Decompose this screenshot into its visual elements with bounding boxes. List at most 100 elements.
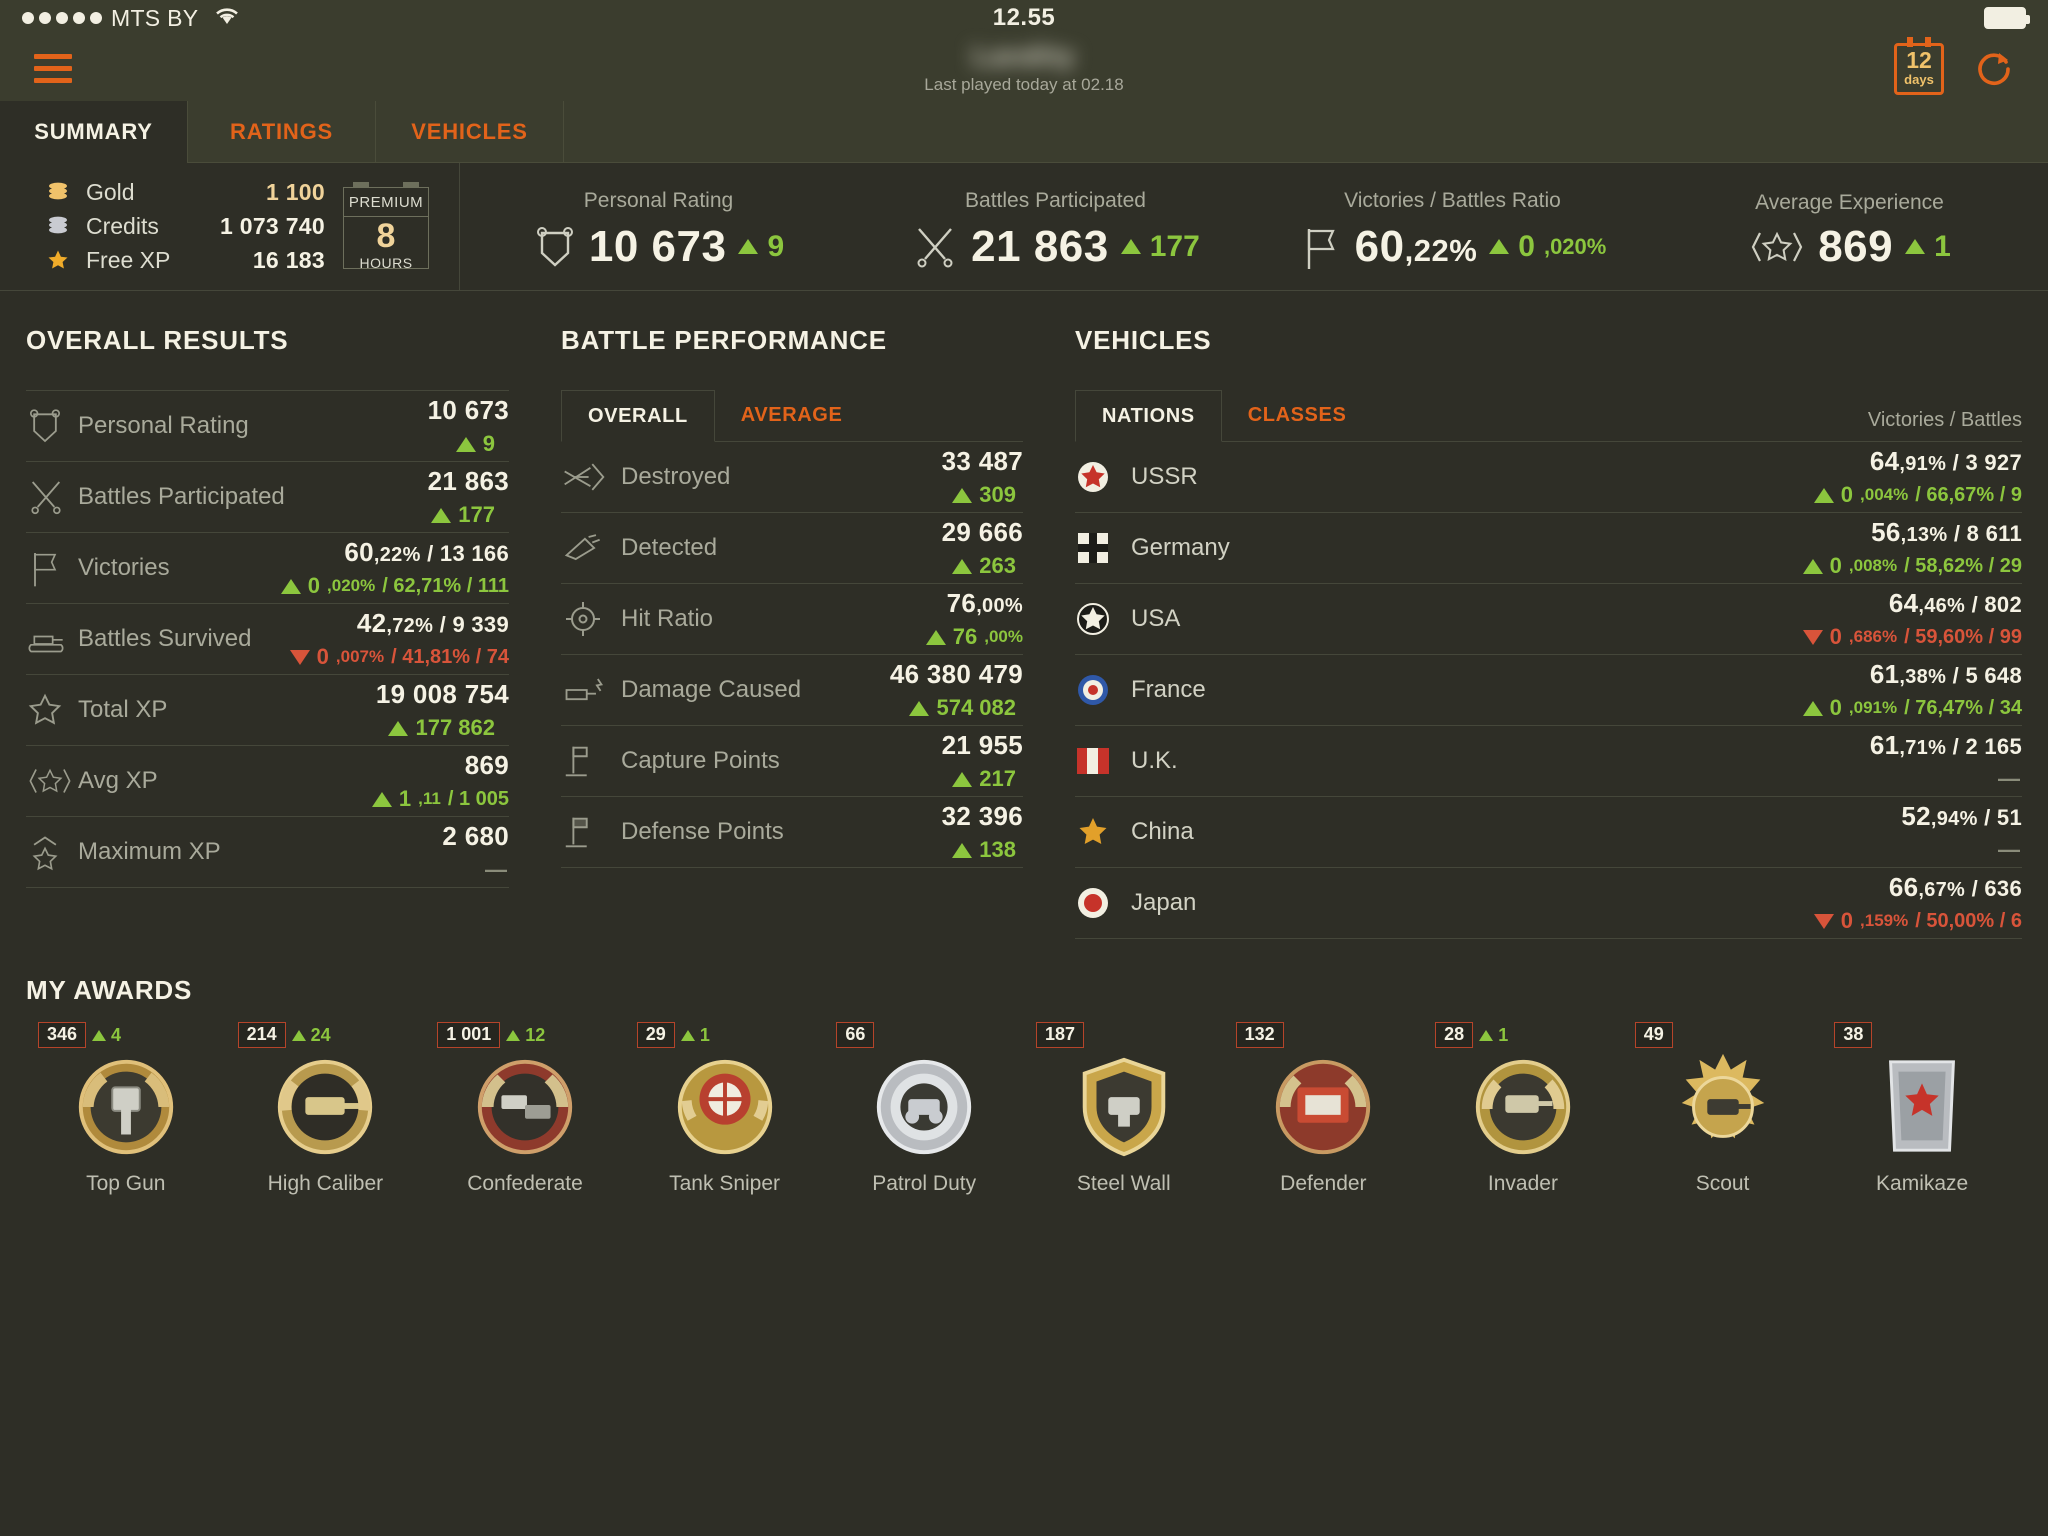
- refresh-icon[interactable]: [1972, 46, 2018, 92]
- table-row[interactable]: Avg XP 869 1,11 / 1 005: [26, 745, 509, 816]
- table-row[interactable]: Germany 56,13% / 8 611 0,008% / 58,62% /…: [1075, 513, 2022, 584]
- award-item[interactable]: 28 1 Invader: [1423, 1022, 1623, 1196]
- row-values: 42,72% / 9 339 0,007% / 41,81% / 74: [289, 608, 509, 670]
- flag-icon: [26, 548, 78, 588]
- triangle-up-icon: [1802, 700, 1823, 716]
- row-main-value: 76,00%: [946, 588, 1023, 618]
- tab-summary[interactable]: SUMMARY: [0, 101, 188, 164]
- table-row[interactable]: Personal Rating 10 673 9: [26, 390, 509, 461]
- award-item[interactable]: 187 Steel Wall: [1024, 1022, 1224, 1196]
- battle-performance-title: BATTLE PERFORMANCE: [561, 325, 887, 355]
- award-increase: 4: [92, 1025, 121, 1046]
- row-values: 21 955 217: [942, 730, 1023, 792]
- row-label: Total XP: [78, 696, 168, 723]
- row-delta: 263: [942, 553, 1023, 579]
- tab-average[interactable]: AVERAGE: [715, 389, 869, 441]
- award-item[interactable]: 66 Patrol Duty: [824, 1022, 1024, 1196]
- award-item[interactable]: 214 24 High Caliber: [226, 1022, 426, 1196]
- star-icon: [44, 248, 72, 272]
- row-label: Destroyed: [621, 463, 731, 490]
- award-count: 187: [1035, 1022, 1085, 1048]
- table-row[interactable]: China 52,94% / 51 —: [1075, 797, 2022, 868]
- kpi-battles-participated: Battles Participated 21 863 177: [857, 163, 1254, 290]
- award-item[interactable]: 49 Scout: [1623, 1022, 1823, 1196]
- table-row[interactable]: Maximum XP 2 680 —: [26, 816, 509, 888]
- calendar-icon[interactable]: 12 days: [1894, 36, 1944, 95]
- table-row[interactable]: Defense Points 32 396 138: [561, 797, 1023, 868]
- row-delta: 0,686% / 59,60% / 99: [1802, 624, 2022, 650]
- award-item[interactable]: 346 4 Top Gun: [26, 1022, 226, 1196]
- currency-name: Credits: [86, 212, 159, 239]
- row-values: 32 396 138: [942, 801, 1023, 863]
- row-delta: 0,159% / 50,00% / 6: [1813, 908, 2022, 934]
- triangle-up-icon: [738, 239, 759, 254]
- tab-overall[interactable]: OVERALL: [561, 390, 715, 442]
- currency-row-gold: Gold 1 100: [44, 175, 325, 209]
- table-row[interactable]: Capture Points 21 955 217: [561, 726, 1023, 797]
- premium-badge: PREMIUM 8 HOURS: [343, 182, 429, 271]
- tab-nations[interactable]: NATIONS: [1075, 390, 1222, 442]
- triangle-up-icon: [1905, 239, 1926, 254]
- award-item[interactable]: 132 Defender: [1224, 1022, 1424, 1196]
- row-main-value: 2 680: [442, 821, 509, 851]
- currency-list: Gold 1 100 Credits 1 073 740 Free XP 16 …: [44, 175, 325, 290]
- damage-icon: [561, 672, 621, 708]
- table-row[interactable]: Damage Caused 46 380 479 574 082: [561, 655, 1023, 726]
- table-row[interactable]: Japan 66,67% / 636 0,159% / 50,00% / 6: [1075, 868, 2022, 939]
- kpi-delta-dec: ,020%: [1543, 233, 1607, 259]
- currency-name: Free XP: [86, 246, 171, 273]
- award-item[interactable]: 1 001 12 Confederate: [425, 1022, 625, 1196]
- row-main-value: 21 955: [941, 730, 1023, 760]
- triangle-up-icon: [952, 771, 973, 787]
- table-row[interactable]: Battles Participated 21 863 177: [26, 461, 509, 532]
- triangle-up-icon: [291, 1029, 306, 1041]
- currency-panel: Gold 1 100 Credits 1 073 740 Free XP 16 …: [0, 163, 460, 290]
- tab-classes[interactable]: CLASSES: [1222, 389, 1373, 441]
- award-count: 38: [1834, 1022, 1873, 1048]
- crossed-swords-icon: [26, 477, 78, 517]
- table-row[interactable]: Victories 60,22% / 13 166 0,020% / 62,71…: [26, 532, 509, 603]
- row-main-value: 29 666: [941, 517, 1023, 547]
- award-item[interactable]: 38 Kamikaze: [1822, 1022, 2022, 1196]
- row-delta: 177: [428, 502, 509, 528]
- table-row[interactable]: USA 64,46% / 802 0,686% / 59,60% / 99: [1075, 584, 2022, 655]
- award-item[interactable]: 29 1 Tank Sniper: [625, 1022, 825, 1196]
- vehicles-title: VEHICLES: [1075, 325, 1212, 355]
- table-row[interactable]: Hit Ratio 76,00% 76,00%: [561, 584, 1023, 655]
- defender-medal: [1264, 1050, 1382, 1162]
- row-delta: 177 862: [376, 715, 509, 741]
- kpi-average-experience: Average Experience 869 1: [1651, 163, 2048, 290]
- table-row[interactable]: Total XP 19 008 754 177 862: [26, 674, 509, 745]
- capture-flag-icon: [561, 741, 621, 781]
- row-delta: 76,00%: [925, 624, 1023, 650]
- china-star-icon: [1075, 814, 1131, 850]
- row-label: Hit Ratio: [621, 605, 714, 632]
- table-row[interactable]: Battles Survived 42,72% / 9 339 0,007% /…: [26, 603, 509, 674]
- triangle-up-icon: [952, 842, 973, 858]
- table-row[interactable]: USSR 64,91% / 3 927 0,004% / 66,67% / 9: [1075, 442, 2022, 513]
- row-main-value: 21 863: [427, 466, 509, 496]
- status-bar-right: [1984, 7, 2030, 29]
- table-row[interactable]: U.K. 61,71% / 2 165 —: [1075, 726, 2022, 797]
- table-row[interactable]: Detected 29 666 263: [561, 513, 1023, 584]
- currency-row-credits: Credits 1 073 740: [44, 209, 325, 243]
- currency-row-free-xp: Free XP 16 183: [44, 243, 325, 277]
- table-row[interactable]: Destroyed 33 487 309: [561, 442, 1023, 513]
- table-row[interactable]: France 61,38% / 5 648 0,091% / 76,47% / …: [1075, 655, 2022, 726]
- row-values: 64,46% / 802 0,686% / 59,60% / 99: [1802, 588, 2022, 650]
- japan-sun-icon: [1075, 885, 1131, 921]
- triangle-up-icon: [1479, 1029, 1494, 1041]
- row-main-value: 61,38% / 5 648: [1869, 659, 2022, 689]
- row-main-value: 64,91% / 3 927: [1869, 446, 2022, 476]
- tab-vehicles[interactable]: VEHICLES: [376, 101, 564, 163]
- triangle-up-icon: [1813, 487, 1834, 503]
- kpi-row: Personal Rating 10 673 9 Battles Partici…: [460, 163, 2048, 290]
- crosshair-icon: [561, 600, 621, 638]
- hamburger-menu-icon[interactable]: [30, 50, 76, 87]
- row-label: Avg XP: [78, 767, 158, 794]
- tab-ratings[interactable]: RATINGS: [188, 101, 376, 163]
- kpi-value: 60,22%: [1355, 224, 1478, 269]
- calendar-days-label: days: [1904, 72, 1934, 88]
- triangle-up-icon: [431, 507, 452, 523]
- star-brackets-icon: [1748, 225, 1806, 269]
